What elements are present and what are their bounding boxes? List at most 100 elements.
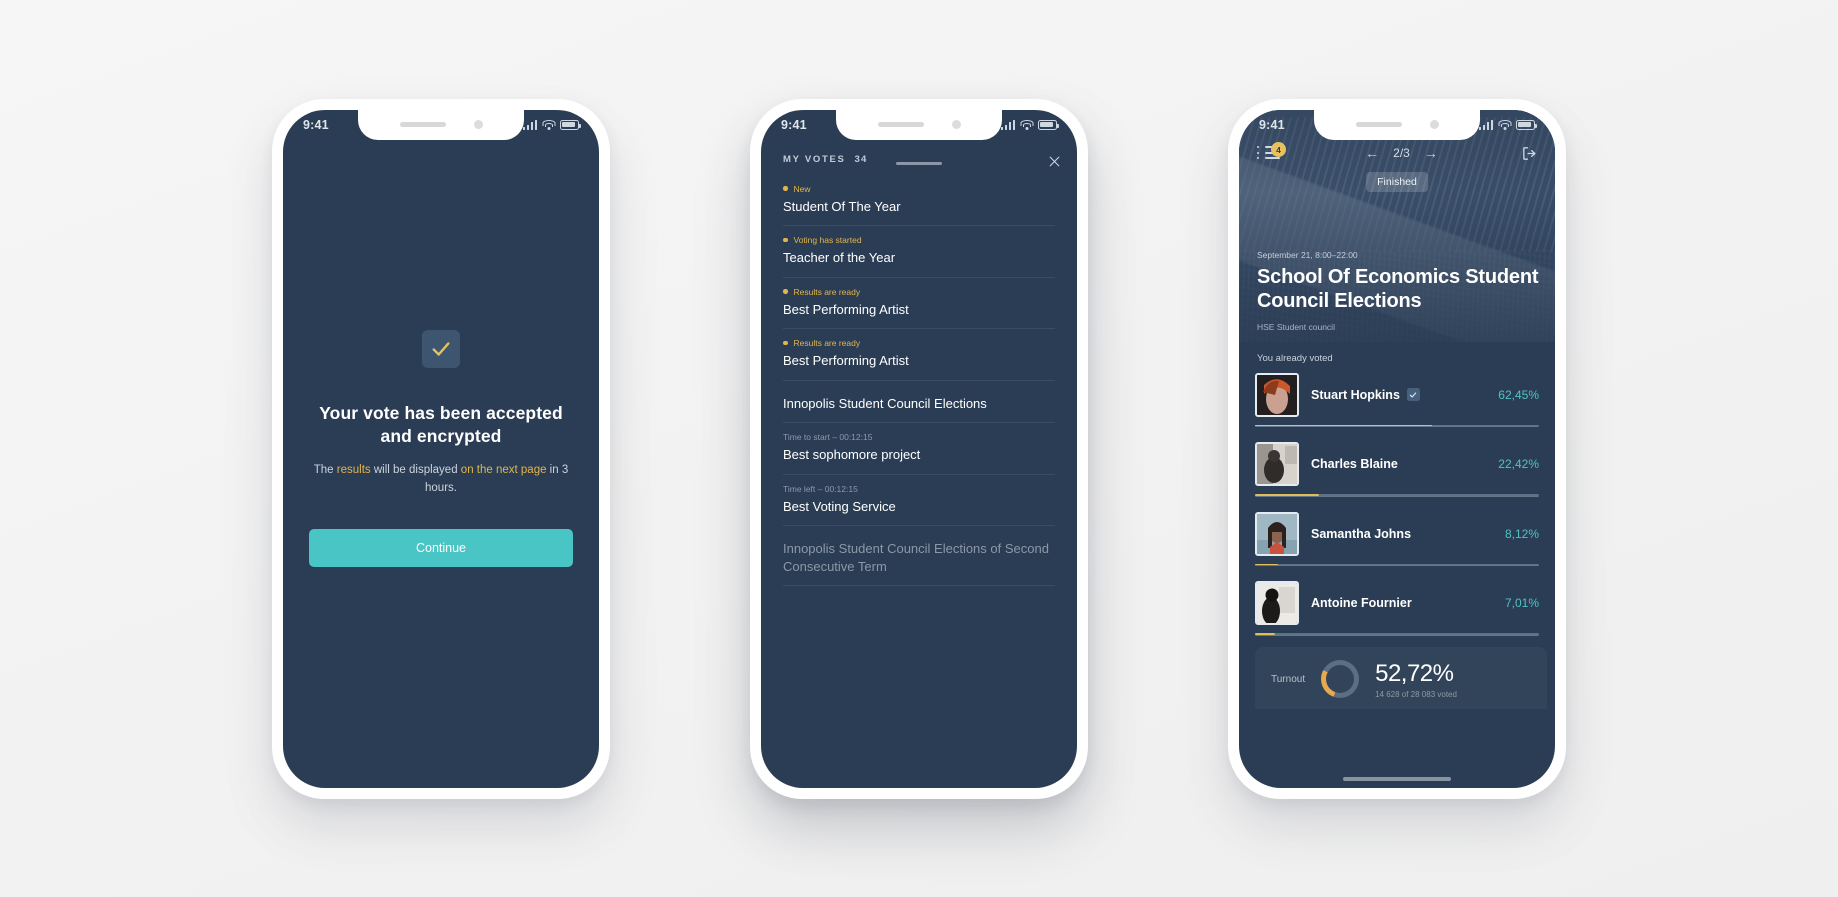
candidate-row[interactable]: Stuart Hopkins 62,45% xyxy=(1255,367,1539,427)
candidate-name: Charles Blaine xyxy=(1311,457,1398,471)
candidate-row[interactable]: Charles Blaine 22,42% xyxy=(1255,436,1539,497)
status-time: 9:41 xyxy=(303,117,329,132)
result-bar xyxy=(1255,494,1539,497)
screen-my-votes: 9:41 MY VOTES 34 New Student Of The Year… xyxy=(761,109,1077,788)
vote-title: Best sophomore project xyxy=(783,447,921,463)
prev-arrow-icon[interactable]: ← xyxy=(1365,146,1379,160)
device-notch xyxy=(836,109,1002,140)
page-title: Your vote has been accepted and encrypte… xyxy=(319,403,563,447)
status-indicators xyxy=(1000,119,1059,130)
result-bar xyxy=(1255,563,1539,566)
battery-icon xyxy=(1516,119,1537,130)
notice-prefix: The xyxy=(313,464,337,477)
status-badge: Voting has started xyxy=(783,235,1055,245)
list-item[interactable]: Time left – 00:12:15 Best Voting Service xyxy=(783,475,1055,527)
wifi-icon xyxy=(1020,119,1033,130)
my-votes-body: MY VOTES 34 New Student Of The Year Voti… xyxy=(761,110,1077,788)
status-text: Results are ready xyxy=(793,338,861,349)
results-notice: The results will be displayed on the nex… xyxy=(309,462,573,497)
status-badge: New xyxy=(783,184,1055,194)
pager-position: 2/3 xyxy=(1393,146,1410,160)
status-dot-icon xyxy=(783,340,788,346)
notice-mid: will be displayed xyxy=(370,464,461,477)
screen-vote-accepted: 9:41 Your vote has been accepted and enc… xyxy=(283,109,599,788)
next-arrow-icon[interactable]: → xyxy=(1424,146,1438,160)
candidate-name-wrap: Charles Blaine xyxy=(1311,457,1498,471)
candidate-name-wrap: Antoine Fournier xyxy=(1311,596,1505,610)
vote-title: Innopolis Student Council Elections xyxy=(783,395,987,411)
election-organizer: HSE Student council xyxy=(1257,321,1335,332)
notice-next-page-link[interactable]: on the next page xyxy=(461,464,547,476)
candidate-percent: 62,45% xyxy=(1498,387,1539,402)
avatar xyxy=(1255,581,1299,625)
vote-title: Innopolis Student Council Elections of S… xyxy=(783,541,1049,574)
candidate-name-wrap: Stuart Hopkins xyxy=(1311,388,1498,402)
earpiece-speaker xyxy=(399,122,446,127)
vote-title: Best Performing Artist xyxy=(783,353,909,369)
list-item[interactable]: New Student Of The Year xyxy=(783,175,1055,227)
avatar xyxy=(1255,372,1299,417)
check-icon xyxy=(422,330,460,369)
turnout-values: 52,72% 14 628 of 28 083 voted xyxy=(1375,660,1457,699)
sheet-drag-handle[interactable] xyxy=(896,161,942,165)
vote-title: Best Voting Service xyxy=(783,498,896,514)
battery-icon xyxy=(560,119,581,130)
status-dot-icon xyxy=(783,289,788,294)
countdown-text: Time left – 00:12:15 xyxy=(783,483,858,494)
candidate-row[interactable]: Antoine Fournier 7,01% xyxy=(1255,575,1539,636)
status-badge: Results are ready xyxy=(783,338,1055,348)
status-text: Voting has started xyxy=(793,235,862,246)
status-badge: Results are ready xyxy=(783,287,1055,297)
candidate-row[interactable]: Samantha Johns 8,12% xyxy=(1255,506,1539,566)
front-camera xyxy=(1429,120,1439,129)
candidate-name-wrap: Samantha Johns xyxy=(1311,527,1505,541)
cellular-signal-icon xyxy=(1478,119,1493,130)
earpiece-speaker xyxy=(1355,122,1402,127)
close-icon[interactable] xyxy=(1045,153,1063,171)
candidate-percent: 7,01% xyxy=(1504,596,1539,610)
list-item[interactable]: Innopolis Student Council Elections xyxy=(783,381,1055,424)
cellular-signal-icon xyxy=(522,119,537,130)
front-camera xyxy=(473,120,483,129)
already-voted-note: You already voted xyxy=(1257,352,1333,364)
turnout-label: Turnout xyxy=(1271,673,1306,685)
status-time: 9:41 xyxy=(781,117,807,132)
my-votes-label: MY VOTES xyxy=(783,153,846,165)
list-item[interactable]: Results are ready Best Performing Artist xyxy=(783,278,1055,330)
results-toolbar: 4 ← 2/3 → xyxy=(1239,140,1555,162)
menu-badge-count: 4 xyxy=(1271,142,1286,157)
earpiece-speaker xyxy=(877,122,924,127)
status-dot-icon xyxy=(783,186,788,191)
votes-list: New Student Of The Year Voting has start… xyxy=(761,175,1077,587)
battery-icon xyxy=(1038,119,1059,130)
countdown-text: Time to start – 00:12:15 xyxy=(783,432,873,443)
list-item[interactable]: Innopolis Student Council Elections of S… xyxy=(783,526,1055,587)
continue-button[interactable]: Continue xyxy=(309,528,573,567)
phone-vote-accepted: 9:41 Your vote has been accepted and enc… xyxy=(272,98,610,799)
phone-my-votes: 9:41 MY VOTES 34 New Student Of The Year… xyxy=(750,98,1088,799)
results-body: Finished September 21, 8:00–22:00 School… xyxy=(1239,109,1555,788)
cellular-signal-icon xyxy=(1000,119,1015,130)
front-camera xyxy=(951,120,961,129)
list-menu-icon[interactable]: 4 xyxy=(1256,142,1286,161)
candidate-name: Samantha Johns xyxy=(1311,526,1412,541)
vote-title: Teacher of the Year xyxy=(783,250,896,266)
candidate-percent: 22,42% xyxy=(1498,457,1539,471)
phone-election-results: 9:41 4 ← 2/3 → Finished September 21, 8:… xyxy=(1228,98,1566,799)
device-notch xyxy=(358,109,524,140)
notice-results-link[interactable]: results xyxy=(337,464,371,476)
page-title: School Of Economics Student Council Elec… xyxy=(1257,266,1539,312)
wifi-icon xyxy=(542,119,555,130)
list-item[interactable]: Results are ready Best Performing Artist xyxy=(783,329,1055,381)
turnout-donut-chart xyxy=(1321,660,1360,698)
status-text: Results are ready xyxy=(793,286,861,297)
list-item[interactable]: Time to start – 00:12:15 Best sophomore … xyxy=(783,423,1055,475)
status-indicators xyxy=(522,119,581,130)
logout-icon[interactable] xyxy=(1521,145,1538,162)
status-text: New xyxy=(793,183,811,194)
pager: ← 2/3 → xyxy=(1365,146,1438,160)
vote-title: Student Of The Year xyxy=(783,198,901,214)
list-item[interactable]: Voting has started Teacher of the Year xyxy=(783,226,1055,278)
candidate-name: Antoine Fournier xyxy=(1311,596,1412,610)
turnout-percent: 52,72% xyxy=(1375,659,1454,687)
